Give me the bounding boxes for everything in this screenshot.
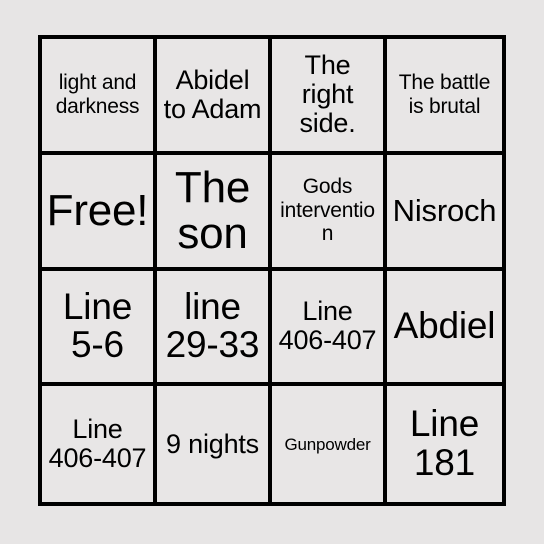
bingo-cell-label: The battle is brutal (398, 71, 491, 118)
bingo-card-grid: light and darkness Abidel to Adam The righ… (38, 35, 506, 506)
bingo-cell-label: Nisroch (392, 192, 497, 228)
bingo-cell[interactable]: light and darkness (42, 39, 157, 155)
bingo-cell-label: Abdiel (393, 304, 496, 346)
bingo-cell-label: Line 5-6 (62, 285, 133, 366)
bingo-cell-label: The son (174, 162, 251, 258)
bingo-cell[interactable]: The right side. (272, 39, 387, 155)
bingo-cell[interactable]: Line 406-407 (42, 386, 157, 502)
bingo-cell-label: Line 406-407 (278, 296, 377, 356)
bingo-cell[interactable]: line 29-33 (157, 270, 272, 387)
bingo-cell[interactable]: The battle is brutal (387, 39, 502, 155)
bingo-cell[interactable]: Gunpowder (272, 386, 387, 502)
bingo-cell[interactable]: Line 181 (387, 386, 502, 502)
bingo-cell[interactable]: Abidel to Adam (157, 39, 272, 155)
bingo-cell-label: Line 406-407 (48, 413, 147, 474)
bingo-cell-label: Abidel to Adam (163, 64, 262, 124)
bingo-cell[interactable]: Abdiel (387, 270, 502, 387)
bingo-cell-label: line 29-33 (165, 285, 260, 366)
bingo-cell-label: 9 nights (166, 428, 259, 459)
bingo-cell[interactable]: Line 406-407 (272, 270, 387, 387)
bingo-cell[interactable]: Nisroch (387, 154, 502, 271)
bingo-cell[interactable]: Gods intervention (272, 154, 387, 271)
bingo-cell[interactable]: Line 5-6 (42, 270, 157, 387)
bingo-cell-free[interactable]: Free! (42, 154, 157, 271)
bingo-card-container: light and darkness Abidel to Adam The righ… (0, 0, 544, 544)
bingo-cell-label: Gods intervention (280, 175, 375, 246)
bingo-cell-label: Gunpowder (284, 434, 371, 454)
bingo-cell[interactable]: The son (157, 154, 272, 271)
bingo-cell-label: light and darkness (55, 71, 140, 118)
bingo-cell[interactable]: 9 nights (157, 386, 272, 502)
bingo-cell-label: Free! (46, 185, 149, 235)
bingo-cell-label: Line 181 (409, 403, 480, 484)
bingo-cell-label: The right side. (299, 50, 356, 139)
